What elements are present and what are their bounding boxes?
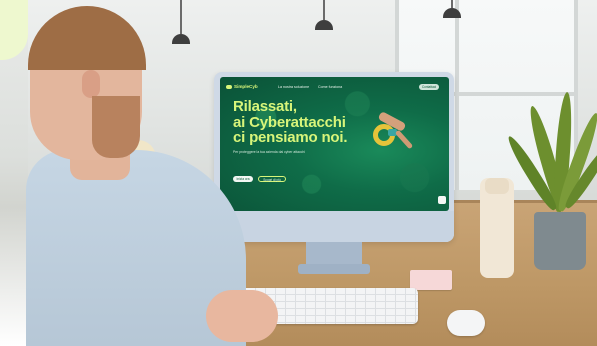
person-hand xyxy=(206,290,278,342)
hero-headline-line: ci pensiamo noi. xyxy=(233,129,348,146)
person-ear xyxy=(82,70,100,98)
monitor-stand-foot xyxy=(298,264,370,274)
screen-navbar: SimpleCyb La nostra soluzione Come funzi… xyxy=(226,82,443,92)
brand-name: SimpleCyb xyxy=(234,84,258,89)
ceiling-lamp-cord xyxy=(451,0,453,8)
monitor-screen: SimpleCyb La nostra soluzione Come funzi… xyxy=(220,77,449,211)
nav-item-how-it-works[interactable]: Come funziona xyxy=(318,82,342,92)
scene-photo: SimpleCyb La nostra soluzione Come funzi… xyxy=(0,0,597,346)
hero-secondary-button[interactable]: Scopri di più xyxy=(258,176,286,182)
bottle-cap xyxy=(485,178,509,194)
hero-headline-line: Rilassati, xyxy=(233,98,297,115)
brand-mark-icon xyxy=(226,84,232,89)
hero-headline-line: ai Cyberattacchi xyxy=(233,113,346,131)
accent-tab xyxy=(0,0,28,60)
hero-subline: Per proteggere la tua azienda dai cyber … xyxy=(233,150,306,154)
monitor-chin xyxy=(214,211,454,242)
mouse xyxy=(447,310,485,336)
nav-item-solution[interactable]: La nostra soluzione xyxy=(278,82,309,92)
chat-widget-icon[interactable] xyxy=(438,196,446,204)
person-beard xyxy=(92,96,140,158)
plant-pot xyxy=(534,212,586,270)
sticky-notes xyxy=(410,270,452,290)
ceiling-lamp-cord xyxy=(323,0,325,20)
ceiling-lamp-cord xyxy=(180,0,182,34)
hero-headline: Rilassati, ai Cyberattacchi ci pensiamo … xyxy=(233,99,383,146)
hero-primary-button[interactable]: Inizia ora xyxy=(233,176,253,182)
brand-logo[interactable]: SimpleCyb xyxy=(226,82,258,92)
nav-contact-button[interactable]: Contattaci xyxy=(419,84,439,90)
